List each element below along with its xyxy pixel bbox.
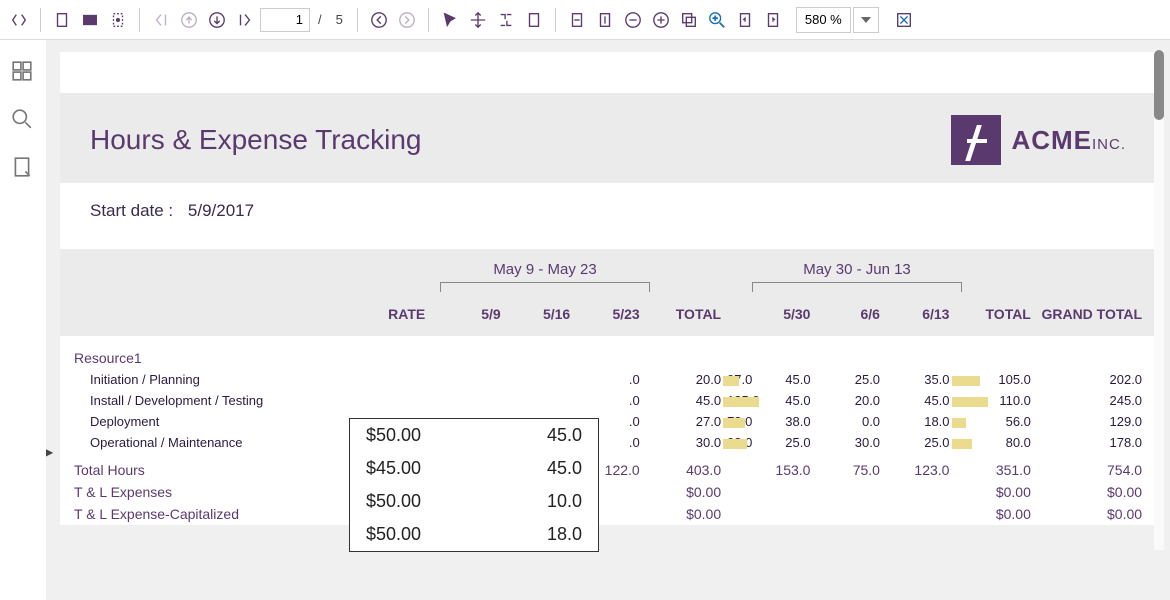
fit-page-icon[interactable]: [592, 7, 618, 33]
table-row: Deployment .0 27.0 73.0 38.0 0.0 18.0 56…: [60, 411, 1156, 432]
toolbar: / 5 580 %: [0, 0, 1170, 40]
rotate-left-icon[interactable]: [732, 7, 758, 33]
zoom-level[interactable]: 580 %: [796, 7, 851, 33]
pan-icon[interactable]: [465, 7, 491, 33]
page-total: 5: [330, 12, 349, 27]
scrollbar[interactable]: [1154, 50, 1164, 550]
table-row: Initiation / Planning .0 20.0 97.0 45.0 …: [60, 369, 1156, 390]
tooltip-row: $50.0018.0: [350, 518, 598, 551]
tooltip-popup: $50.0045.0$45.0045.0$50.0010.0$50.0018.0: [349, 418, 599, 552]
summary-row: T & L Expenses $0.00 $0.00 $0.00: [60, 481, 1156, 503]
fit-width-icon[interactable]: [564, 7, 590, 33]
resource-row: Resource1: [60, 336, 1156, 369]
content-area: ▶ Hours & Expense Tracking ACMEINC. Star…: [46, 40, 1170, 600]
page-input[interactable]: [260, 8, 310, 32]
page-mode-single-icon[interactable]: [49, 7, 75, 33]
zoom-tool-icon[interactable]: [704, 7, 730, 33]
rotate-right-icon[interactable]: [760, 7, 786, 33]
data-table: May 9 - May 23 May 30 - Jun 13 RATE 5/9: [60, 249, 1156, 525]
copy-icon[interactable]: [521, 7, 547, 33]
tooltip-row: $45.0045.0: [350, 452, 598, 485]
summary-row: T & L Expense-Capitalized $0.00 $0.00 $0…: [60, 503, 1156, 525]
separator: [555, 8, 556, 32]
pointer-icon[interactable]: [437, 7, 463, 33]
sidebar: [0, 40, 46, 600]
separator: [357, 8, 358, 32]
report-page: Hours & Expense Tracking ACMEINC. Start …: [60, 52, 1156, 525]
zoom-dropdown-icon[interactable]: [853, 7, 879, 33]
thumbnails-icon[interactable]: [11, 60, 35, 84]
logo: ACMEINC.: [951, 115, 1126, 165]
next-page-icon[interactable]: [204, 7, 230, 33]
tooltip-row: $50.0045.0: [350, 419, 598, 452]
collapse-sidebar-icon[interactable]: [6, 7, 32, 33]
report-header: Hours & Expense Tracking ACMEINC.: [60, 93, 1156, 183]
fullscreen-icon[interactable]: [891, 7, 917, 33]
snapshot-icon[interactable]: [493, 7, 519, 33]
separator: [40, 8, 41, 32]
marquee-zoom-icon[interactable]: [676, 7, 702, 33]
start-date-label: Start date :: [90, 201, 173, 221]
zoom-in-icon[interactable]: [648, 7, 674, 33]
prev-page-icon[interactable]: [176, 7, 202, 33]
first-page-icon[interactable]: [148, 7, 174, 33]
separator: [139, 8, 140, 32]
nav-back-icon[interactable]: [366, 7, 392, 33]
expand-row-icon[interactable]: ▶: [46, 445, 53, 459]
logo-text: ACMEINC.: [1011, 125, 1126, 156]
column-headers: RATE 5/9 5/16 5/23 TOTAL 5/30 6/6 6/13 T…: [60, 306, 1156, 322]
tooltip-row: $50.0010.0: [350, 485, 598, 518]
start-date-value: 5/9/2017: [188, 201, 254, 220]
logo-mark-icon: [951, 115, 1001, 165]
export-icon[interactable]: [11, 156, 35, 180]
period-1: May 9 - May 23: [440, 261, 650, 292]
page-mode-fit-icon[interactable]: [105, 7, 131, 33]
table-row: Operational / Maintenance .0 30.0 98.0 2…: [60, 432, 1156, 453]
scroll-thumb[interactable]: [1154, 50, 1164, 120]
nav-forward-icon[interactable]: [394, 7, 420, 33]
period-2: May 30 - Jun 13: [752, 261, 962, 292]
summary-row: Total Hours 0 122.0 403.0 153.0 75.0 123…: [60, 459, 1156, 481]
page-separator: /: [312, 12, 328, 27]
report-title: Hours & Expense Tracking: [90, 124, 422, 156]
last-page-icon[interactable]: [232, 7, 258, 33]
zoom-out-icon[interactable]: [620, 7, 646, 33]
separator: [428, 8, 429, 32]
main: ▶ Hours & Expense Tracking ACMEINC. Star…: [0, 40, 1170, 600]
search-icon[interactable]: [11, 108, 35, 132]
page-mode-continuous-icon[interactable]: [77, 7, 103, 33]
report-meta: Start date : 5/9/2017: [60, 183, 1156, 221]
table-row: Install / Development / Testing .0 45.0 …: [60, 390, 1156, 411]
